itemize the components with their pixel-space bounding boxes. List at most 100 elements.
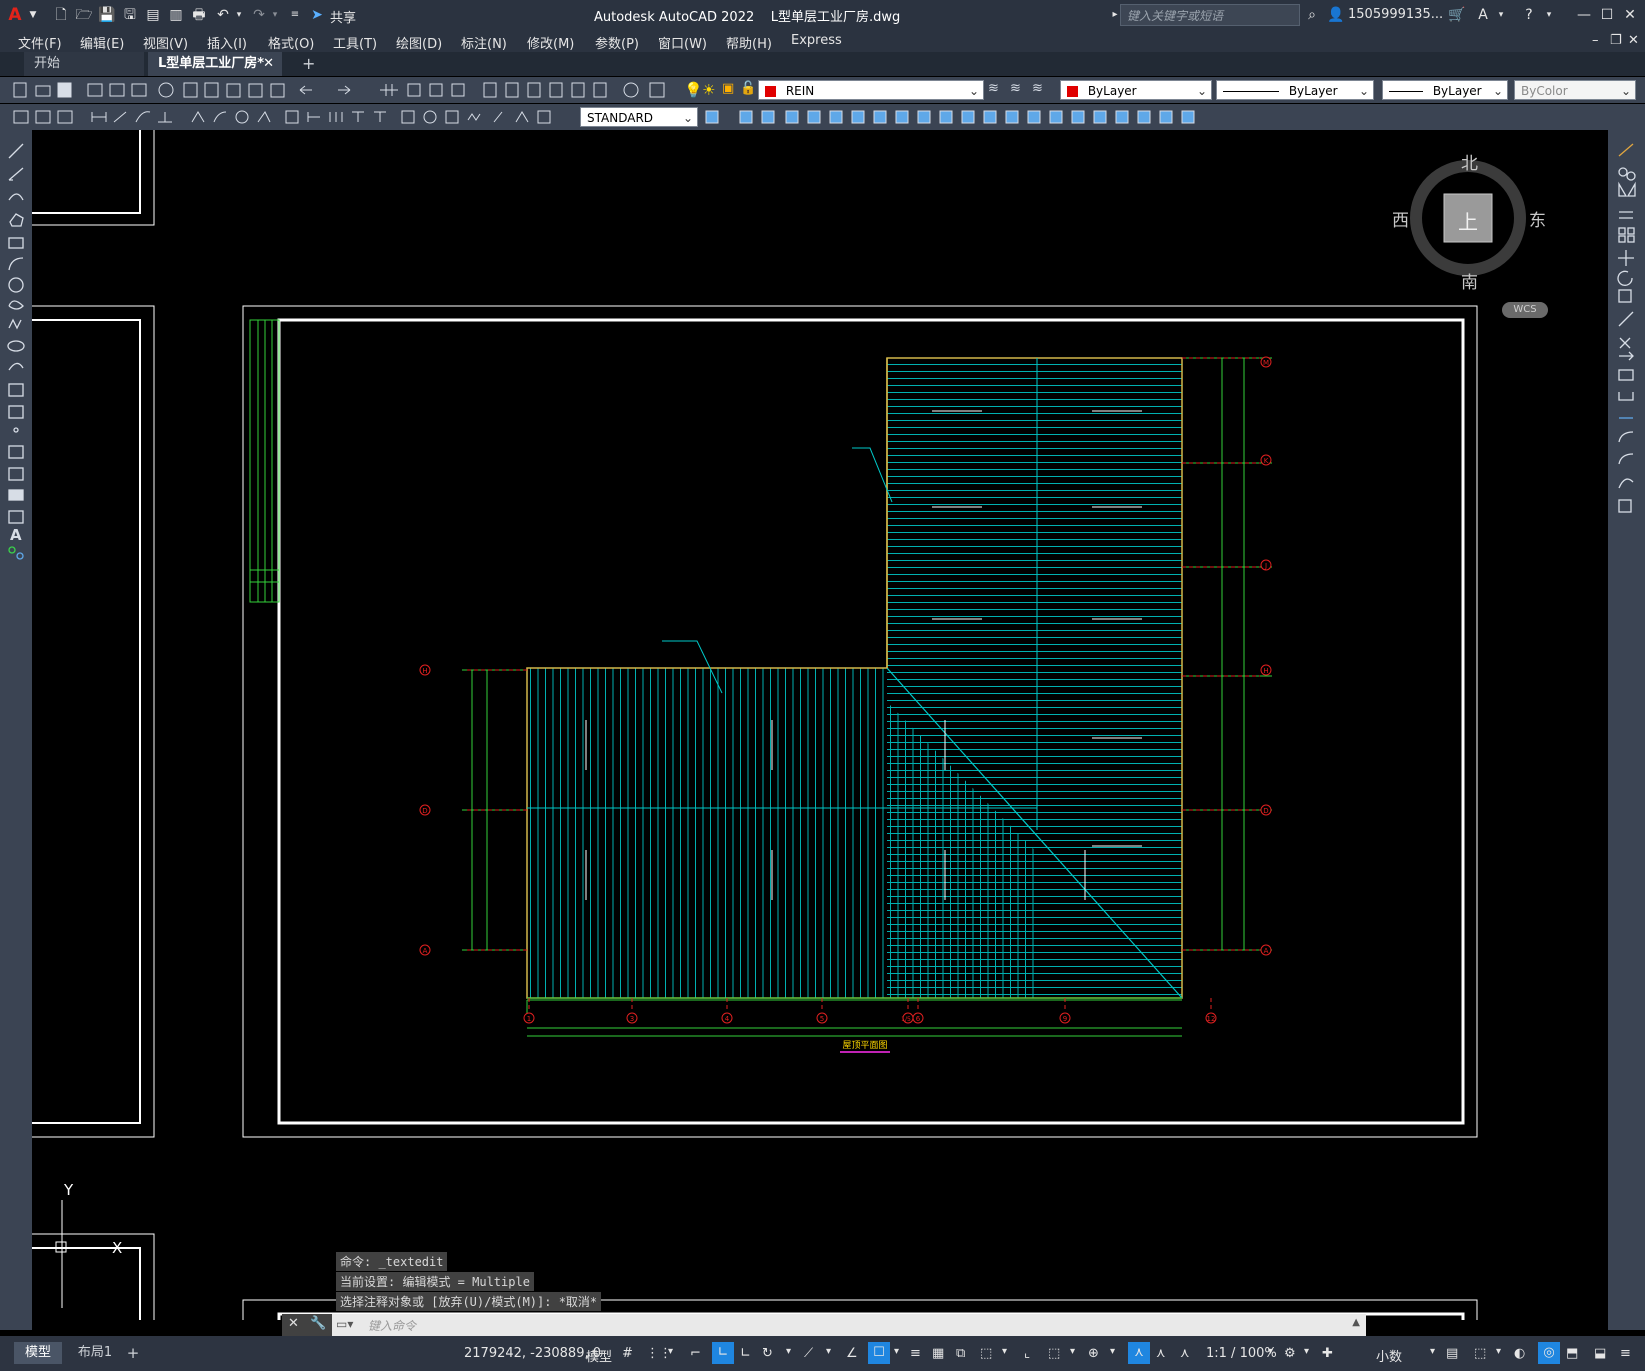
viewcube-top-face[interactable]: 上 — [1458, 206, 1478, 235]
text-style-dropdown[interactable]: STANDARD ⌄ — [580, 107, 698, 127]
viewcube-north[interactable]: 北 — [1461, 149, 1478, 174]
layout-tab-layout1[interactable]: 布局1 — [66, 1342, 124, 1364]
linetype-dropdown[interactable]: ByLayer ⌄ — [1216, 80, 1374, 100]
customize-qat-icon[interactable]: ≡ — [286, 6, 304, 24]
3d-osnap-icon[interactable]: ⬚ — [980, 1346, 992, 1361]
clean-screen-icon[interactable]: ⬒ — [1566, 1346, 1578, 1361]
dynamic-ucs-icon[interactable]: ⌞ — [1024, 1346, 1030, 1361]
undo-dropdown-icon[interactable]: ▾ — [230, 6, 248, 24]
object-snap-icon[interactable]: ∠ — [846, 1346, 858, 1361]
menu-parameters[interactable]: 参数(P) — [595, 33, 639, 52]
help-icon[interactable]: ? — [1520, 6, 1538, 24]
layer-states-icon[interactable]: ≋ — [1032, 81, 1050, 99]
user-icon[interactable]: 👤 — [1327, 6, 1345, 24]
osnap-dropdown-icon[interactable]: ▾ — [894, 1346, 899, 1357]
help-dropdown-icon[interactable]: ▾ — [1540, 6, 1558, 24]
menu-window[interactable]: 窗口(W) — [658, 33, 707, 52]
hardware-acceleration-icon[interactable]: ◎ — [1538, 1342, 1560, 1364]
open-folder-icon[interactable]: 🗁 — [75, 6, 93, 24]
grid-display-icon[interactable]: # — [622, 1346, 633, 1361]
tab-start[interactable]: 开始 — [24, 52, 144, 76]
color-dropdown[interactable]: ByLayer ⌄ — [1060, 80, 1212, 100]
recent-commands-icon[interactable]: ▭▾ — [336, 1317, 353, 1331]
new-tab-button[interactable]: + — [292, 52, 316, 76]
layer-unlock-icon[interactable]: 🔓 — [740, 81, 758, 99]
modify-tools-icons[interactable] — [1608, 130, 1645, 550]
minimize-icon[interactable]: — — [1575, 6, 1593, 24]
layer-thaw-sun-icon[interactable]: ☀ — [702, 81, 720, 99]
isometric-icon[interactable]: ∟ — [740, 1346, 751, 1361]
cursor-coordinates[interactable]: 2179242, -230889, 0 — [464, 1346, 601, 1361]
menu-dimension[interactable]: 标注(N) — [461, 33, 507, 52]
make-current-layer-icon[interactable]: ≋ — [988, 81, 1006, 99]
app-menu-chevron-icon[interactable]: ▼ — [24, 6, 42, 24]
filter-dropdown-icon[interactable]: ▾ — [1070, 1346, 1075, 1357]
menu-view[interactable]: 视图(V) — [143, 33, 188, 52]
lock-ui-icon[interactable]: ⬚ — [1474, 1346, 1486, 1361]
object-snap-tracking-icon[interactable]: ⟋ — [804, 1346, 813, 1361]
share-button[interactable]: 共享 — [330, 7, 356, 26]
cart-icon[interactable]: 🛒 — [1448, 6, 1466, 24]
standard-toolbar-icons[interactable] — [0, 77, 680, 103]
annotation-scale-icon[interactable]: ⋏ — [1180, 1346, 1190, 1361]
layer-dropdown[interactable]: REIN ⌄ — [758, 80, 984, 100]
layout-tab-model[interactable]: 模型 — [14, 1342, 62, 1364]
command-history-toggle-icon[interactable]: ▲ — [1352, 1317, 1360, 1328]
draw-tools-icons[interactable]: A — [0, 130, 32, 590]
model-space-button[interactable]: 模型 — [586, 1346, 612, 1365]
layer-previous-icon[interactable]: ≋ — [1010, 81, 1028, 99]
layer-on-lightbulb-icon[interactable]: 💡 — [684, 81, 703, 99]
search-icon[interactable]: ⌕ — [1303, 6, 1321, 24]
menu-format[interactable]: 格式(O) — [268, 33, 314, 52]
wcs-menu-button[interactable]: WCS — [1502, 302, 1548, 318]
viewcube-west[interactable]: 西 — [1392, 206, 1409, 231]
new-file-icon[interactable]: 🗋 — [52, 6, 70, 24]
viewcube-south[interactable]: 南 — [1461, 268, 1478, 293]
osnap-icon[interactable]: ☐ — [868, 1342, 890, 1364]
plot-icon[interactable]: 🖶 — [190, 6, 208, 24]
gizmo-dropdown-icon[interactable]: ▾ — [1110, 1346, 1115, 1357]
dimension-toolbar-icons[interactable] — [0, 104, 580, 130]
save-as-icon[interactable]: 🖫 — [121, 6, 139, 24]
command-input[interactable]: ▭▾ 键入命令 ▲ — [332, 1314, 1366, 1336]
3d-osnap-dropdown-icon[interactable]: ▾ — [1002, 1346, 1007, 1357]
selection-cycling-icon[interactable]: ⧉ — [956, 1346, 965, 1361]
open-web-icon[interactable]: ▤ — [144, 6, 162, 24]
polar-tracking-icon[interactable]: ↻ — [762, 1346, 773, 1361]
layer-viewport-icon[interactable]: ▣ — [722, 81, 740, 99]
annotation-scale-value[interactable]: 1:1 / 100% — [1206, 1346, 1277, 1361]
tab-close-icon[interactable]: ✕ — [263, 52, 274, 76]
drawing-area[interactable]: M K J H D A H D A 1 3 4 5 1/5 6 9 12 屋顶平… — [32, 130, 1608, 1320]
osnap-tracking-dropdown-icon[interactable]: ▾ — [826, 1346, 831, 1357]
save-icon[interactable]: 💾 — [98, 6, 116, 24]
menu-draw[interactable]: 绘图(D) — [396, 33, 442, 52]
lock-ui-dropdown-icon[interactable]: ▾ — [1496, 1346, 1501, 1357]
maximize-icon[interactable]: ☐ — [1598, 6, 1616, 24]
save-web-icon[interactable]: ▥ — [167, 6, 185, 24]
menu-insert[interactable]: 插入(I) — [207, 33, 247, 52]
menu-express[interactable]: Express — [791, 33, 842, 48]
auto-scale-icon[interactable]: ⋏ — [1156, 1346, 1166, 1361]
isolate-objects-icon[interactable]: ◐ — [1514, 1346, 1525, 1361]
polar-dropdown-icon[interactable]: ▾ — [786, 1346, 791, 1357]
scale-dropdown-icon[interactable]: ▾ — [1268, 1346, 1273, 1357]
help-search-input[interactable]: 键入关键字或短语 — [1120, 4, 1300, 26]
app-dropdown-icon[interactable]: ▾ — [1492, 6, 1510, 24]
redo-dropdown-icon[interactable]: ▾ — [266, 6, 284, 24]
selection-filter-icon[interactable]: ⬚ — [1048, 1346, 1060, 1361]
lineweight-dropdown[interactable]: ByLayer ⌄ — [1382, 80, 1508, 100]
annotation-visibility-icon[interactable]: ⋏ — [1128, 1342, 1150, 1364]
menu-tools[interactable]: 工具(T) — [333, 33, 377, 52]
drawing-svg[interactable]: M K J H D A H D A 1 3 4 5 1/5 6 9 12 屋顶平… — [32, 130, 1608, 1320]
close-icon[interactable]: ✕ — [1621, 6, 1639, 24]
user-account-name[interactable]: 1505999135... — [1348, 7, 1443, 22]
add-layout-button[interactable]: + — [124, 1342, 142, 1364]
fullscreen-icon[interactable]: ⬓ — [1594, 1346, 1606, 1361]
annotation-monitor-icon[interactable]: ✚ — [1322, 1346, 1333, 1361]
menu-file[interactable]: 文件(F) — [18, 33, 62, 52]
workspace-gear-icon[interactable]: ⚙ — [1284, 1346, 1296, 1361]
close-command-line-icon[interactable]: ✕ — [288, 1316, 299, 1331]
share-icon[interactable]: ➤ — [308, 6, 326, 24]
units-value[interactable]: 小数 — [1376, 1346, 1402, 1365]
viewcube-east[interactable]: 东 — [1529, 206, 1546, 231]
